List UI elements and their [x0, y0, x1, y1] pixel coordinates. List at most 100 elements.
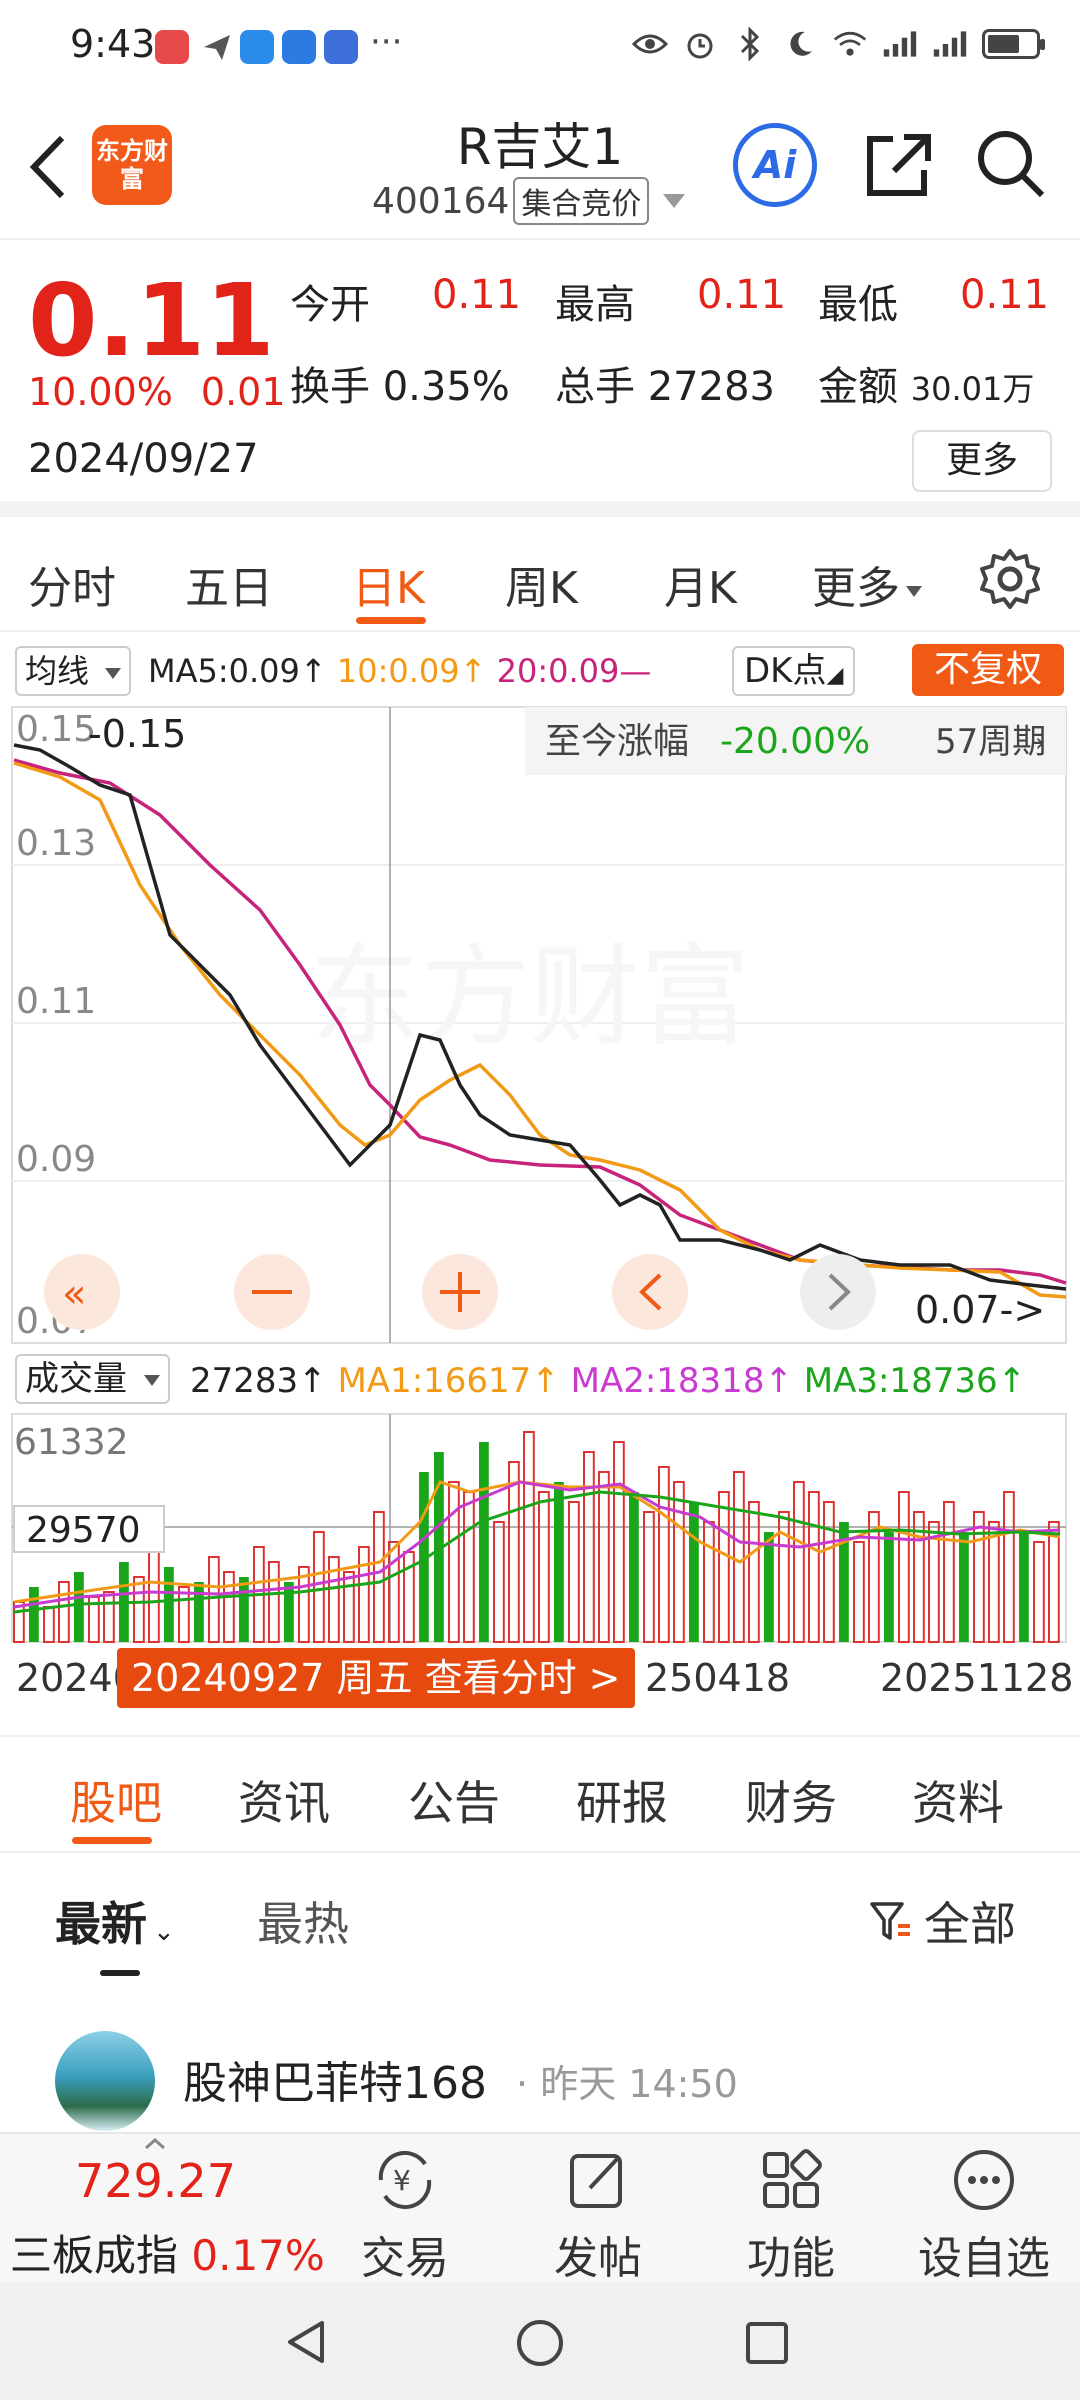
- chart-settings-button[interactable]: [978, 547, 1042, 611]
- volume-bar: [493, 1521, 505, 1643]
- huawei-app-icon: [155, 30, 189, 64]
- send-icon: [200, 30, 234, 64]
- bluetooth-icon: [732, 26, 768, 62]
- sort-hottest[interactable]: 最热: [257, 1888, 349, 1954]
- zoom-in-button[interactable]: [422, 1254, 498, 1330]
- tab-weekly-k[interactable]: 周K: [505, 552, 578, 616]
- period-tabs: 分时 五日 日K 周K 月K 更多: [0, 517, 1080, 632]
- auction-tag: 集合竞价: [513, 177, 650, 225]
- signal-icon-2: [932, 26, 968, 62]
- previous-candle-button[interactable]: [612, 1254, 688, 1330]
- functions-button[interactable]: 功能: [716, 2144, 866, 2286]
- kline-chart[interactable]: 东方财富 0.15 0.13 0.11 0.09 0.07 -0.15 0.07…: [0, 705, 1080, 1345]
- nav-home-button[interactable]: [514, 2317, 566, 2369]
- trade-button[interactable]: ¥ 交易: [330, 2144, 480, 2286]
- search-button[interactable]: [970, 123, 1050, 203]
- volume-bar: [598, 1471, 610, 1643]
- active-section-indicator: [72, 1837, 152, 1844]
- post-time-text: 昨天 14:50: [540, 2062, 738, 2106]
- ma-row: 均线 MA5:0.09↑ 10:0.09↑ 20:0.09— DK点◢ 不复权: [0, 640, 1080, 700]
- volume-bar: [148, 1551, 160, 1643]
- range-label: 至今涨幅: [545, 721, 689, 762]
- tab-finance[interactable]: 财务: [745, 1767, 837, 1833]
- grid-icon: [763, 2149, 822, 2208]
- tab-profile[interactable]: 资料: [912, 1767, 1004, 1833]
- volume-bar: [194, 1582, 204, 1642]
- ai-assistant-button[interactable]: Ai: [733, 123, 817, 207]
- volume-bar: [479, 1442, 489, 1642]
- current-price: 0.11: [28, 262, 275, 379]
- tab-more[interactable]: 更多: [812, 552, 922, 616]
- stock-header: 东方财富 R吉艾1 400164 集合竞价 Ai: [0, 95, 1080, 240]
- moon-icon: [782, 26, 818, 62]
- volume-bar: [1048, 1521, 1060, 1643]
- view-intraday-tooltip[interactable]: 20240927 周五 查看分时 >: [117, 1648, 635, 1708]
- share-button[interactable]: [858, 125, 938, 205]
- post-username[interactable]: 股神巴菲特168: [183, 2047, 487, 2111]
- dk-point-button[interactable]: DK点◢: [732, 646, 856, 696]
- volume-bar: [523, 1431, 535, 1643]
- tab-intraday[interactable]: 分时: [28, 552, 116, 616]
- volume-bar: [313, 1531, 325, 1643]
- change-amount: 0.01: [200, 370, 286, 414]
- sort-row: 最新 ⌄ 最热 全部: [0, 1860, 1080, 1980]
- vol-ma3: MA3:18736↑: [803, 1361, 1027, 1401]
- scroll-left-button[interactable]: «: [44, 1254, 120, 1330]
- share-icon: [867, 134, 931, 196]
- sort-newest[interactable]: 最新 ⌄: [55, 1888, 175, 1954]
- volume-chart[interactable]: 61332 29570: [0, 1412, 1080, 1644]
- nav-back-button[interactable]: [282, 2317, 332, 2367]
- quote-date: 2024/09/27: [28, 436, 259, 482]
- tab-monthly-k[interactable]: 月K: [664, 552, 737, 616]
- nav-recents-button[interactable]: [743, 2319, 791, 2367]
- chevron-down-icon: [143, 1375, 160, 1386]
- volume-bar: [554, 1482, 564, 1642]
- volume-stat: 总手 27283: [555, 364, 775, 410]
- volume-bar: [1019, 1532, 1029, 1642]
- more-quote-button[interactable]: 更多: [912, 430, 1052, 492]
- volume-bar: [629, 1492, 639, 1642]
- filter-button[interactable]: 全部: [868, 1888, 1016, 1954]
- volume-bar: [508, 1461, 520, 1643]
- open-stat: 今开: [290, 282, 370, 328]
- volume-bar: [853, 1541, 865, 1643]
- volume-bar: [658, 1466, 670, 1643]
- ma-select-label: 均线: [25, 652, 90, 690]
- tab-forum[interactable]: 股吧: [70, 1767, 162, 1833]
- wifi-icon: [832, 26, 868, 62]
- stock-code-selector[interactable]: 400164 集合竞价: [372, 177, 686, 225]
- volume-bar: [643, 1511, 655, 1643]
- volume-indicator-select[interactable]: 成交量: [15, 1354, 170, 1404]
- no-adjust-button[interactable]: 不复权: [912, 644, 1064, 696]
- post-button[interactable]: 发帖: [523, 2144, 673, 2286]
- next-candle-button[interactable]: [800, 1254, 876, 1330]
- tab-announcements[interactable]: 公告: [408, 1767, 500, 1833]
- volume-bar: [718, 1491, 730, 1643]
- volume-bar: [208, 1556, 220, 1643]
- active-tab-indicator: [356, 617, 426, 624]
- change-row: 10.00% 0.01: [28, 370, 286, 414]
- tab-five-day[interactable]: 五日: [185, 552, 273, 616]
- range-value: -20.00%: [720, 721, 870, 762]
- add-watchlist-button[interactable]: 设自选: [909, 2144, 1059, 2286]
- tab-research[interactable]: 研报: [576, 1767, 668, 1833]
- volume-bar: [808, 1491, 820, 1643]
- functions-label: 功能: [747, 2233, 835, 2284]
- sort-indicator: [100, 1970, 140, 1976]
- zoom-out-button[interactable]: [234, 1254, 310, 1330]
- volume-bar: [748, 1501, 760, 1643]
- tab-news[interactable]: 资讯: [238, 1767, 330, 1833]
- tab-daily-k[interactable]: 日K: [352, 552, 425, 616]
- post-item[interactable]: 股神巴菲特168 · 昨天 14:50: [0, 2025, 1080, 2131]
- index-name-text: 三板成指: [10, 2231, 179, 2280]
- avatar[interactable]: [55, 2031, 155, 2131]
- y-label-3: 0.09: [16, 1139, 96, 1180]
- ma-indicator-select[interactable]: 均线: [15, 646, 132, 696]
- vol-ma1-line: [13, 1480, 1061, 1604]
- volume-bar: [583, 1451, 595, 1643]
- bottom-toolbar: 729.27 三板成指 0.17% ¥ 交易 发帖 功能 设自选: [0, 2132, 1080, 2284]
- volume-bar: [43, 1606, 55, 1643]
- chevron-right-icon: ›: [1035, 728, 1045, 758]
- volume-bar: [988, 1521, 1000, 1643]
- volume-bar: [1003, 1491, 1015, 1643]
